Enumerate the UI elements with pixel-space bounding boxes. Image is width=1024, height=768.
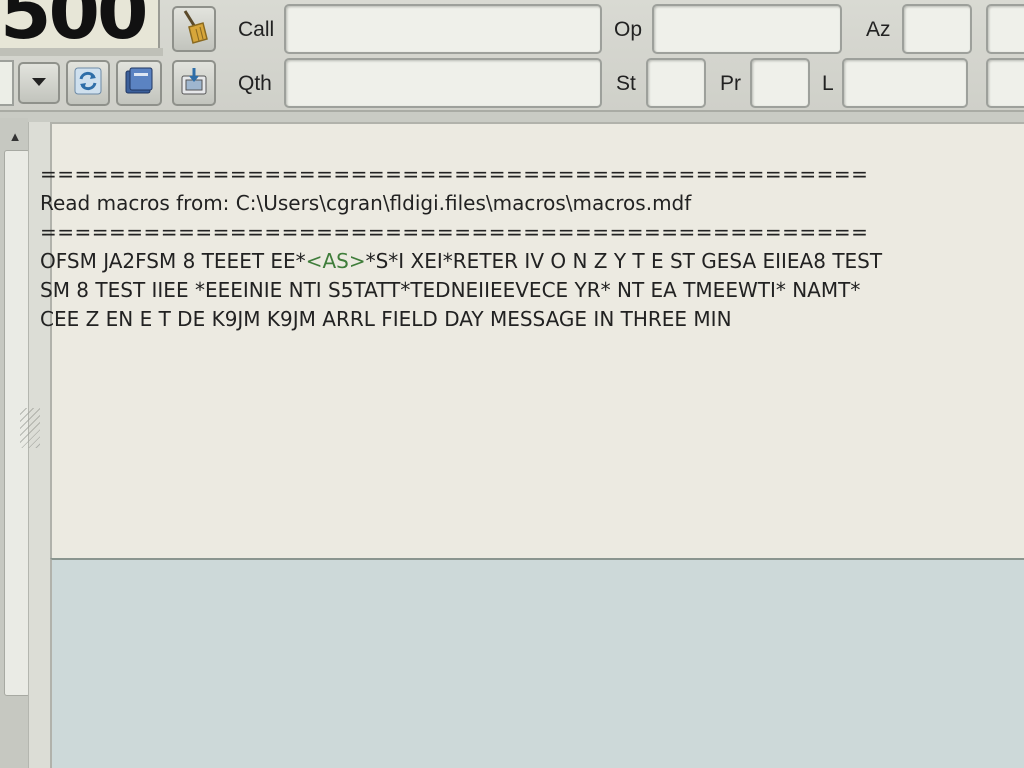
logbook-button[interactable] [116,60,162,106]
op-field[interactable] [652,4,842,54]
decoded-text: OFSM JA2FSM 8 TEEET EE* [40,249,306,273]
clear-button[interactable] [172,6,216,52]
decoded-text: *S*I XEI*RETER IV O N Z Y T E ST GESA EI… [365,249,883,273]
pr-label: Pr [720,72,741,95]
decoded-line: OFSM JA2FSM 8 TEEET EE*<AS>*S*I XEI*RETE… [40,247,1024,276]
frequency-display-border [0,48,163,56]
save-to-log-icon [179,66,209,101]
broom-icon [179,9,209,50]
op-label: Op [614,18,643,41]
az-label: Az [866,18,891,41]
az-field[interactable] [902,4,972,54]
call-field[interactable] [284,4,602,54]
extra-field-bottom-right[interactable] [986,58,1024,108]
l-field[interactable] [842,58,968,108]
decoded-line: CEE Z EN E T DE K9JM K9JM ARRL FIELD DAY… [40,307,732,331]
extra-field-top-right[interactable] [986,4,1024,54]
decoded-line: SM 8 TEST IIEE *EEEINIE NTI S5TATT*TEDNE… [40,278,861,302]
separator-line: ========================================… [40,220,869,244]
macro-load-message: Read macros from: C:\Users\cgran\fldigi.… [40,191,692,215]
save-to-log-button[interactable] [172,60,216,106]
dropdown-button[interactable] [18,62,60,104]
st-field[interactable] [646,58,706,108]
prosign-tag: <AS> [305,249,366,273]
logbook-icon [123,65,155,102]
receive-text: ========================================… [40,160,1024,334]
resize-grip-icon[interactable] [20,408,40,448]
separator-line: ========================================… [40,162,869,186]
frequency-display[interactable]: 500 [0,0,160,48]
qth-field[interactable] [284,58,602,108]
chevron-down-icon [31,74,47,92]
scroll-up-arrow-icon[interactable]: ▲ [2,122,28,150]
qth-label: Qth [238,72,272,95]
call-label: Call [238,18,275,41]
st-label: St [616,72,636,95]
mode-combo-edge[interactable] [0,60,14,106]
refresh-icon [73,66,103,101]
transmit-text-pane[interactable] [50,558,1024,768]
pr-field[interactable] [750,58,810,108]
l-label: L [822,72,834,95]
refresh-button[interactable] [66,60,110,106]
